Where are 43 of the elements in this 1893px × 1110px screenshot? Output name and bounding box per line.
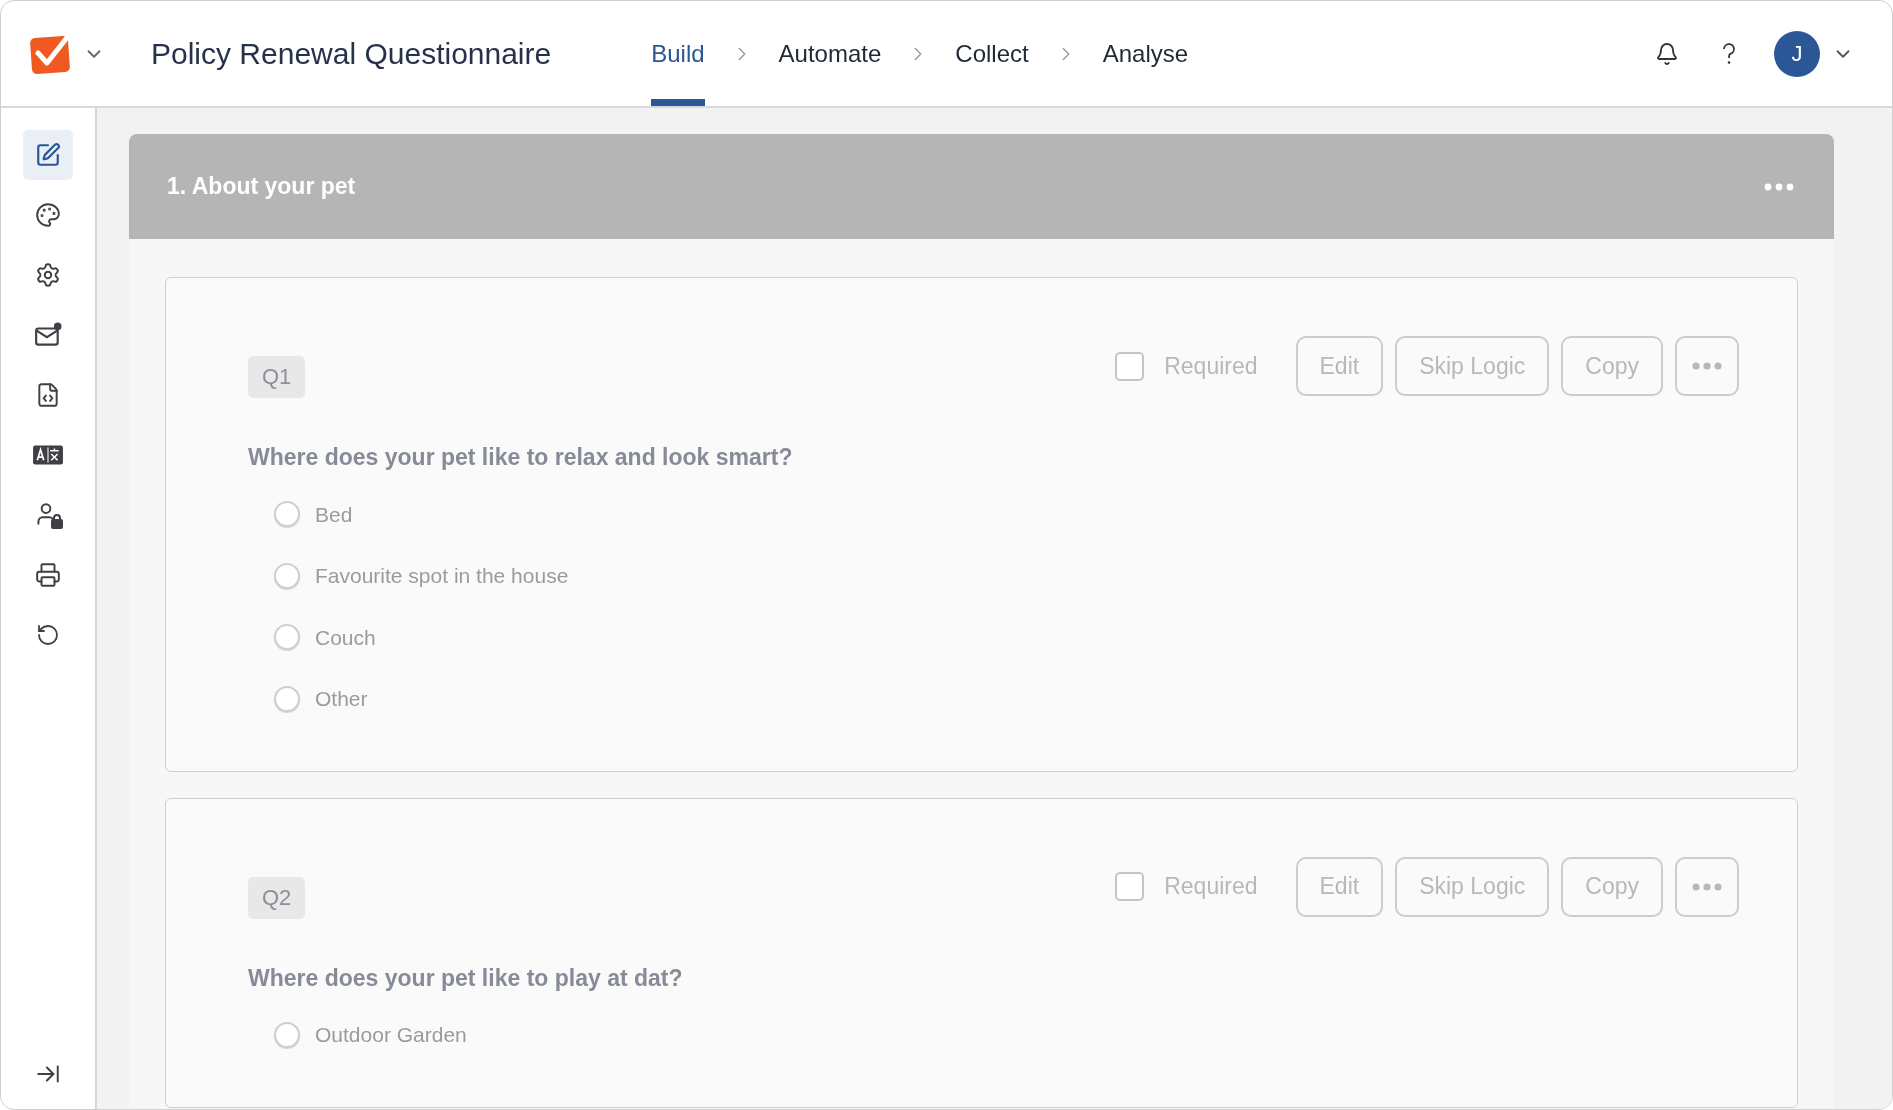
more-icon (1692, 362, 1722, 370)
question-action-button[interactable]: Copy (1561, 336, 1663, 396)
step-tab[interactable]: Collect (955, 1, 1029, 106)
question-text: Where does your pet like to relax and look smart? (248, 443, 794, 472)
section-title: 1. About your pet (167, 172, 356, 202)
more-icon (1692, 882, 1722, 891)
sidebar-button[interactable] (23, 130, 73, 180)
radio-button[interactable] (274, 624, 300, 651)
question-text: Where does your pet like to play at dat? (248, 963, 684, 993)
required-checkbox[interactable] (1115, 872, 1145, 901)
question-action-button[interactable]: Edit (1295, 336, 1384, 396)
settings-icon (35, 262, 61, 288)
question-action-button[interactable]: Skip Logic (1395, 856, 1550, 917)
radio-button[interactable] (274, 685, 300, 712)
undo-icon (36, 623, 60, 647)
printer-icon (35, 562, 61, 588)
mail-icon (34, 322, 62, 348)
option-label: Couch (315, 624, 376, 651)
required-label: Required (1164, 351, 1258, 381)
radio-button[interactable] (274, 501, 300, 528)
question-action-button[interactable]: Edit (1295, 856, 1384, 917)
option-label: Favourite spot in the house (315, 563, 569, 589)
option-label: Other (315, 686, 368, 712)
required-checkbox[interactable] (1115, 351, 1145, 381)
question-action-button[interactable]: Skip Logic (1395, 336, 1550, 396)
option-label: Outdoor Garden (315, 1022, 467, 1048)
radio-button[interactable] (274, 562, 300, 589)
palette-icon (35, 202, 61, 228)
question-number: Q1 (248, 356, 306, 398)
question-number: Q2 (248, 876, 306, 919)
user-avatar[interactable]: J (1774, 30, 1820, 77)
help-icon[interactable] (1722, 42, 1736, 65)
radio-button[interactable] (274, 1021, 300, 1048)
step-tab[interactable]: Analyse (1102, 1, 1189, 106)
notification-icon[interactable] (1655, 41, 1679, 66)
survey-title: Policy Renewal Questionnaire (151, 36, 552, 72)
code-file-icon (35, 382, 61, 408)
required-label: Required (1164, 872, 1258, 902)
step-tab[interactable]: Automate (778, 1, 882, 106)
question-action-button[interactable]: Copy (1561, 856, 1663, 917)
option-label: Bed (315, 501, 353, 528)
edit-icon (35, 142, 61, 168)
translate-icon (32, 444, 64, 466)
